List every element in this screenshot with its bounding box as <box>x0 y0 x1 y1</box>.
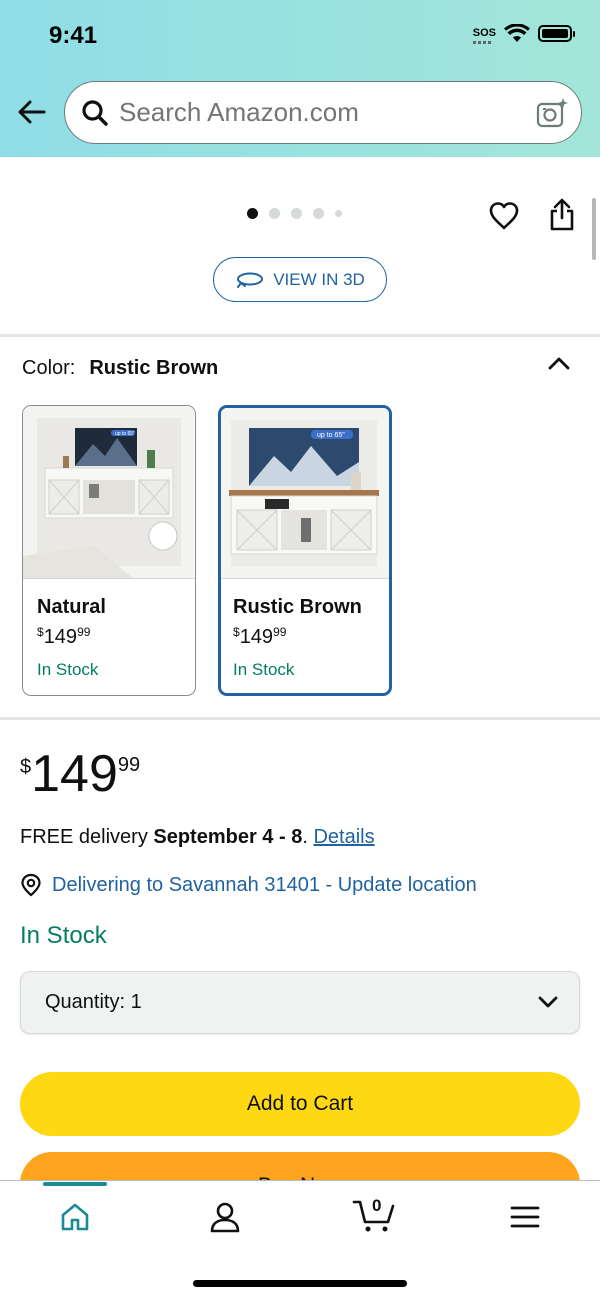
status-icons: SOS <box>472 24 575 44</box>
nav-active-indicator <box>43 1182 107 1186</box>
chevron-down-icon <box>538 996 558 1008</box>
tv-stand-image: up to 65" <box>221 408 389 578</box>
rotate-3d-icon <box>237 272 264 288</box>
selected-color-value: Rustic Brown <box>89 357 219 379</box>
color-label: Color: <box>22 357 76 379</box>
carousel-dot[interactable] <box>313 208 324 219</box>
color-option-rustic-brown[interactable]: up to 65" Rustic Brown $14999 In Stock <box>218 405 392 696</box>
details-link[interactable]: Details <box>313 826 374 848</box>
product-price: $ 149 99 <box>20 745 141 803</box>
wifi-icon <box>504 24 530 42</box>
battery-icon <box>538 25 575 42</box>
view-in-3d-label: VIEW IN 3D <box>273 269 365 289</box>
quantity-label: Quantity: <box>45 991 126 1013</box>
color-option-price: $14999 <box>233 625 287 648</box>
cart-count: 0 <box>372 1196 382 1215</box>
quantity-select[interactable]: Quantity: 1 <box>20 971 580 1034</box>
location-text: Delivering to Savannah 31401 - Update lo… <box>52 873 477 896</box>
camera-search-icon[interactable] <box>535 96 569 130</box>
carousel-dot[interactable] <box>269 208 280 219</box>
product-thumbnail: up to 65" <box>221 408 389 579</box>
search-input[interactable] <box>119 97 509 128</box>
availability-status: In Stock <box>20 922 107 949</box>
tv-stand-image: up to 65" <box>23 406 194 578</box>
quantity-value: 1 <box>130 991 142 1013</box>
location-pin-icon <box>21 873 41 897</box>
carousel-dot[interactable] <box>291 208 302 219</box>
color-option-natural[interactable]: up to 65" Natural $14999 In Stock <box>22 405 196 696</box>
account-icon[interactable] <box>208 1200 242 1234</box>
menu-icon[interactable] <box>508 1200 542 1234</box>
image-carousel-dots[interactable] <box>247 208 342 219</box>
app-header: 9:41 SOS <box>0 0 600 157</box>
chevron-up-icon[interactable] <box>546 354 572 372</box>
page-scrollbar[interactable] <box>592 198 596 260</box>
back-arrow-icon[interactable] <box>14 94 50 130</box>
delivery-location-link[interactable]: Delivering to Savannah 31401 - Update lo… <box>20 873 477 897</box>
color-option-stock: In Stock <box>233 660 295 679</box>
add-to-cart-button[interactable]: Add to Cart <box>20 1072 580 1136</box>
size-badge-text: up to 65" <box>115 431 135 437</box>
sos-indicator: SOS <box>472 27 496 44</box>
size-badge-text: up to 65" <box>317 432 345 439</box>
delivery-date: September 4 - 8 <box>153 826 303 848</box>
color-option-name: Natural <box>37 596 106 618</box>
delivery-info: FREE delivery September 4 - 8. Details <box>20 826 375 848</box>
section-divider <box>0 334 600 337</box>
color-selector-header: Color: Rustic Brown <box>22 357 218 380</box>
cart-icon[interactable]: 0 <box>352 1194 398 1234</box>
home-indicator[interactable] <box>193 1280 407 1287</box>
product-thumbnail: up to 65" <box>23 406 195 579</box>
search-bar[interactable] <box>64 81 582 144</box>
status-time: 9:41 <box>49 22 98 49</box>
home-icon[interactable] <box>58 1200 92 1234</box>
color-option-stock: In Stock <box>37 660 99 679</box>
color-option-name: Rustic Brown <box>233 596 362 618</box>
search-icon <box>82 99 108 126</box>
section-divider <box>0 717 600 720</box>
carousel-dot[interactable] <box>335 210 342 217</box>
color-option-price: $14999 <box>37 625 91 648</box>
view-in-3d-button[interactable]: VIEW IN 3D <box>213 257 387 302</box>
carousel-dot[interactable] <box>247 208 258 219</box>
heart-icon[interactable] <box>488 200 520 232</box>
share-icon[interactable] <box>548 198 576 232</box>
